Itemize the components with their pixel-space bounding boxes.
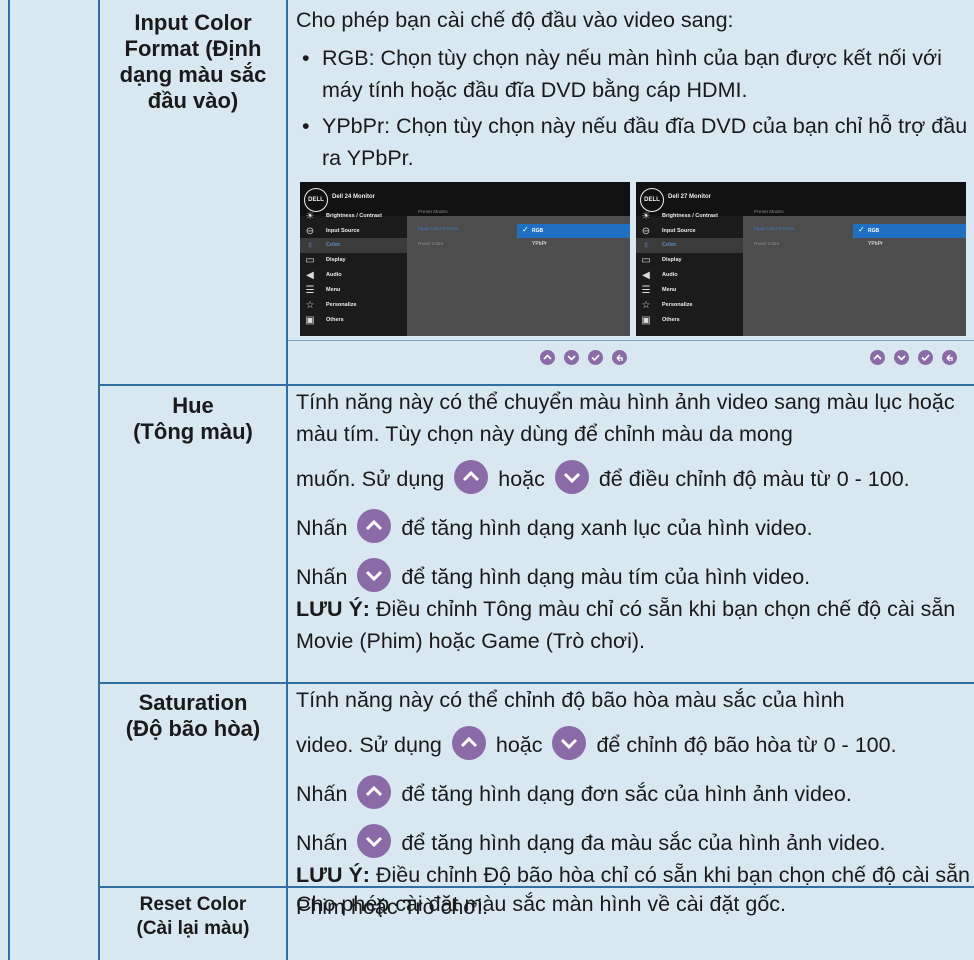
menu-icon: ☰ <box>305 285 315 296</box>
hue-note: LƯU Ý: Điều chỉnh Tông màu chỉ có sẵn kh… <box>296 597 956 653</box>
label-line: (Độ bão hòa) <box>125 716 261 741</box>
osd-menu-item-selected: ♁ Color <box>300 238 407 253</box>
display-icon: ▭ <box>305 255 315 266</box>
saturation-up-instruction: Nhấn để tăng hình dạng đơn sắc của hình … <box>296 775 972 810</box>
label-line: Saturation <box>138 690 248 715</box>
others-icon: ▣ <box>305 315 315 326</box>
menu-icon: ☰ <box>641 285 651 296</box>
row-label-hue: Hue (Tông màu) <box>100 393 286 445</box>
up-arrow-icon <box>357 509 392 543</box>
label-line: Reset Color <box>139 894 247 915</box>
hue-up-instruction: Nhấn để tăng hình dạng xanh lục của hình… <box>296 509 972 544</box>
intro-text: Cho phép bạn cài chế độ đầu vào video sa… <box>296 8 734 32</box>
audio-icon: ◀ <box>642 270 650 281</box>
osd-submenu-item: Reset Color <box>754 242 780 247</box>
saturation-down-instruction: Nhấn để tăng hình dạng đa màu sắc của hì… <box>296 824 972 859</box>
osd-submenu-item: Preset Modes <box>418 210 448 215</box>
osd-submenu-item-active: Input Color Format <box>418 227 458 232</box>
star-icon: ☆ <box>305 300 315 311</box>
down-arrow-icon <box>357 824 392 858</box>
osd-option-ypbpr: YPbPr <box>532 241 548 247</box>
osd-menu-item: ☀ Brightness / Contrast <box>641 211 718 222</box>
osd-menu-item-selected: ♁ Color <box>636 238 743 253</box>
up-arrow-icon <box>454 460 489 494</box>
osd-menu-item: ☆ Personalize <box>305 300 357 311</box>
osd-model-name: Dell 24 Monitor <box>332 194 376 200</box>
down-arrow-icon <box>357 558 392 592</box>
back-button-icon <box>612 350 627 365</box>
osd-menu-item: ☰ Menu <box>305 285 341 296</box>
osd-submenu-item: Reset Color <box>418 242 444 247</box>
bullet-ypbpr: YPbPr: Chọn tùy chọn này nếu đầu đĩa DVD… <box>296 110 972 174</box>
ok-button-icon <box>588 350 603 365</box>
osd-menu-item: ☀ Brightness / Contrast <box>305 211 382 222</box>
manual-page: Input Color Format (Định dạng màu sắc đầ… <box>0 0 974 960</box>
osd-menu-item: ☆ Personalize <box>641 300 693 311</box>
osd-option-ypbpr: YPbPr <box>868 241 884 247</box>
bullet-rgb: RGB: Chọn tùy chọn này nếu màn hình của … <box>296 42 972 106</box>
osd-submenu-item-active: Input Color Format <box>754 227 794 232</box>
osd-option-rgb: RGB <box>532 228 544 234</box>
row-desc-input-color-format: Cho phép bạn cài chế độ đầu vào video sa… <box>296 4 972 174</box>
osd-menu-item: ◀ Audio <box>300 268 407 283</box>
up-button-icon <box>870 350 885 365</box>
osd-menu-item: ⊖ Input Source <box>305 226 360 237</box>
table-border-left <box>8 0 10 960</box>
osd-menu-item: ▭ Display <box>305 255 346 266</box>
up-arrow-icon <box>357 775 392 809</box>
hue-usage: muốn. Sử dụng hoặc để điều chỉnh độ màu … <box>296 460 972 495</box>
osd-screenshot-27: DELL Dell 27 Monitor ☀ Brightness / Contr… <box>636 182 966 336</box>
osd-menu-item: ⊖ Input Source <box>641 226 696 237</box>
osd-model-name: Dell 27 Monitor <box>668 194 712 200</box>
back-button-icon <box>942 350 957 365</box>
input-source-icon: ⊖ <box>305 226 315 237</box>
row-desc-reset-color: Cho phép cài đặt màu sắc màn hình về cài… <box>296 888 972 920</box>
up-arrow-icon <box>451 726 486 760</box>
down-button-icon <box>894 350 909 365</box>
down-arrow-icon <box>554 460 589 494</box>
column-divider <box>286 0 288 960</box>
table-border-inner <box>98 0 100 960</box>
check-icon: ✓ <box>522 225 529 234</box>
saturation-usage: video. Sử dụng hoặc để chỉnh độ bão hòa … <box>296 726 972 761</box>
display-icon: ▭ <box>641 255 651 266</box>
row-desc-hue: Tính năng này có thể chuyển màu hình ảnh… <box>296 386 972 657</box>
row-label-saturation: Saturation (Độ bão hòa) <box>100 690 286 742</box>
label-line: (Cài lại màu) <box>136 918 250 939</box>
label-line: (Tông màu) <box>133 419 253 444</box>
brightness-icon: ☀ <box>641 211 651 222</box>
saturation-paragraph: Tính năng này có thể chỉnh độ bão hòa mà… <box>296 688 845 712</box>
reset-color-text: Cho phép cài đặt màu sắc màn hình về cài… <box>296 892 787 916</box>
color-icon: ♁ <box>306 240 314 251</box>
down-arrow-icon <box>552 726 587 760</box>
hue-down-instruction: Nhấn để tăng hình dạng màu tím của hình … <box>296 558 972 593</box>
check-icon: ✓ <box>858 225 865 234</box>
audio-icon: ◀ <box>306 270 314 281</box>
osd-menu-item: ▭ Display <box>641 255 682 266</box>
osd-menu-item: ◀ Audio <box>636 268 743 283</box>
others-icon: ▣ <box>641 315 651 326</box>
osd-menu-item: ☰ Menu <box>641 285 677 296</box>
osd-menu-item: ▣ Others <box>305 315 344 326</box>
hue-paragraph: Tính năng này có thể chuyển màu hình ảnh… <box>296 390 955 446</box>
osd-screenshot-24: DELL Dell 24 Monitor ☀ Brightness / Contr… <box>300 182 630 336</box>
image-divider <box>288 340 974 341</box>
star-icon: ☆ <box>641 300 651 311</box>
brightness-icon: ☀ <box>305 211 315 222</box>
label-line: Hue <box>172 393 214 418</box>
row-label-input-color-format: Input Color Format (Định dạng màu sắc đầ… <box>119 10 267 113</box>
ok-button-icon <box>918 350 933 365</box>
osd-submenu-item: Preset Modes <box>754 210 784 215</box>
down-button-icon <box>564 350 579 365</box>
row-label-reset-color: Reset Color (Cài lại màu) <box>100 893 286 941</box>
color-icon: ♁ <box>642 240 650 251</box>
osd-option-rgb: RGB <box>868 228 880 234</box>
input-source-icon: ⊖ <box>641 226 651 237</box>
up-button-icon <box>540 350 555 365</box>
osd-menu-item: ▣ Others <box>641 315 680 326</box>
